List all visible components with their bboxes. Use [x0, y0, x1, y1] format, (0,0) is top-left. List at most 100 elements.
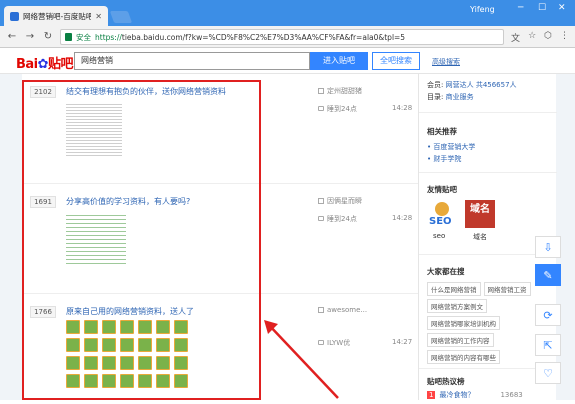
close-window-icon[interactable]: ✕ — [558, 3, 566, 13]
directory-info: 目录: 商业服务 — [427, 92, 474, 102]
file-thumb — [84, 320, 98, 334]
extension-icon[interactable]: ⬡ — [544, 31, 552, 44]
seo-logo-icon[interactable]: SEO — [427, 200, 457, 228]
related-item-label: 财手学院 — [433, 155, 462, 163]
hot-chip[interactable]: 什么是网络营销 — [427, 282, 481, 296]
reload-icon[interactable]: ↻ — [42, 31, 54, 43]
hot-chip[interactable]: 网络营销哪家培训机构 — [427, 316, 500, 330]
paw-icon: ✿ — [37, 57, 49, 72]
thread-item[interactable]: 1691 分享高价值的学习资料，有人要吗? 因俩星而瞬 睡到24点 14:28 — [22, 184, 418, 294]
thread-item[interactable]: 2102 结交有理想有抱负的伙伴，送你网络营销资料 定州甜甜猪 睡到24点 14… — [22, 74, 418, 184]
thread-image-grid[interactable] — [66, 320, 188, 388]
related-item[interactable]: • 财手学院 — [427, 154, 461, 164]
hot-chip[interactable]: 网络营销的内容有哪些 — [427, 350, 500, 364]
address-bar-row: ← → ↻ 安全 https://tieba.baidu.com/f?kw=%C… — [0, 26, 575, 48]
heart-icon[interactable]: ♡ — [535, 362, 561, 384]
extension-icons: 文 ☆ ⬡ ⋮ — [511, 31, 569, 44]
friend-label-domain[interactable]: 域名 — [473, 232, 487, 242]
browser-tab[interactable]: 网络营销吧-百度贴吧 ✕ — [4, 6, 108, 26]
share-icon[interactable]: ⇱ — [535, 334, 561, 356]
hot-chip[interactable]: 网络营销工资 — [483, 282, 531, 296]
svg-text:SEO: SEO — [429, 216, 452, 227]
file-thumb — [174, 338, 188, 352]
file-thumb — [84, 338, 98, 352]
enter-bar-button[interactable]: 进入贴吧 — [310, 52, 368, 70]
floating-toolbar: ⇩ ✎ ⟳ ⇱ ♡ — [535, 236, 561, 400]
thread-title[interactable]: 分享高价值的学习资料，有人要吗? — [66, 196, 190, 207]
file-thumb — [120, 374, 134, 388]
divider — [419, 112, 557, 113]
rank-label: 最冷食物？ — [439, 391, 475, 399]
url-rest: tieba.baidu.com/f?kw=%CD%F8%C2%E7%D3%AA%… — [121, 32, 406, 42]
tieba-header: Bai✿贴吧 网络营销 进入贴吧 全吧搜索 高级搜索 — [0, 48, 575, 74]
rank-count: 13683 — [500, 391, 523, 399]
hot-search-title: 大家都在搜 — [427, 267, 465, 276]
star-icon[interactable]: ☆ — [528, 31, 536, 44]
friend-label-seo[interactable]: seo — [433, 232, 445, 240]
dir-label: 目录: — [427, 93, 444, 101]
member-info: 会员: 网营达人 共456657人 — [427, 80, 517, 90]
dir-value[interactable]: 商业服务 — [446, 93, 474, 101]
reply-icon — [318, 106, 324, 111]
author-name: 因俩星而瞬 — [327, 197, 362, 205]
thread-thumbnail[interactable] — [66, 102, 122, 156]
file-thumb — [102, 320, 116, 334]
back-icon[interactable]: ← — [6, 31, 18, 43]
edit-icon[interactable]: ✎ — [535, 264, 561, 286]
author-name: awesome... — [327, 306, 368, 314]
all-search-button[interactable]: 全吧搜索 — [372, 52, 420, 70]
baidu-tieba-logo[interactable]: Bai✿贴吧 — [16, 53, 74, 72]
lock-icon — [65, 33, 72, 41]
hot-chip[interactable]: 网络营销方案例文 — [427, 299, 487, 313]
download-icon[interactable]: ⇩ — [535, 236, 561, 258]
related-title: 相关推荐 — [427, 127, 457, 136]
friends-title: 友情贴吧 — [427, 185, 457, 194]
url-prefix: https:// — [95, 32, 122, 42]
thread-thumbnail[interactable] — [66, 212, 126, 266]
last-reply[interactable]: ILYW优 — [318, 338, 350, 348]
advanced-search-link[interactable]: 高级搜索 — [432, 57, 460, 67]
thread-author[interactable]: awesome... — [318, 306, 367, 314]
file-thumb — [66, 338, 80, 352]
file-thumb — [84, 356, 98, 370]
thread-title[interactable]: 结交有理想有抱负的伙伴，送你网络营销资料 — [66, 86, 226, 97]
menu-icon[interactable]: ⋮ — [560, 31, 569, 44]
logo-text-2: 贴吧 — [48, 57, 74, 72]
profile-name[interactable]: Yifeng — [470, 5, 495, 14]
rank-item[interactable]: 1 最冷食物？ 13683 — [427, 390, 523, 400]
refresh-icon[interactable]: ⟳ — [535, 304, 561, 326]
new-tab-button[interactable] — [109, 11, 133, 23]
file-thumb — [120, 320, 134, 334]
minimize-icon[interactable]: ─ — [518, 3, 523, 13]
author-icon — [318, 307, 324, 313]
last-reply[interactable]: 睡到24点 — [318, 104, 357, 114]
thread-author[interactable]: 因俩星而瞬 — [318, 196, 362, 206]
file-thumb — [138, 320, 152, 334]
thread-author[interactable]: 定州甜甜猪 — [318, 86, 362, 96]
logo-text: Bai — [16, 57, 38, 72]
thread-list: 2102 结交有理想有抱负的伙伴，送你网络营销资料 定州甜甜猪 睡到24点 14… — [22, 74, 418, 400]
url-field[interactable]: 安全 https://tieba.baidu.com/f?kw=%CD%F8%C… — [60, 29, 504, 45]
file-thumb — [84, 374, 98, 388]
file-thumb — [156, 374, 170, 388]
file-thumb — [174, 356, 188, 370]
member-value[interactable]: 网营达人 共456657人 — [446, 81, 517, 89]
thread-item[interactable]: 1766 原来自己用的网络营销资料，送人了 awesome... ILYW优 1… — [22, 294, 418, 404]
search-input[interactable]: 网络营销 — [74, 52, 310, 70]
url-text: https://tieba.baidu.com/f?kw=%CD%F8%C2%E… — [95, 33, 405, 42]
domain-bar-logo[interactable]: 域名 — [465, 200, 495, 228]
thread-title[interactable]: 原来自己用的网络营销资料，送人了 — [66, 306, 194, 317]
close-tab-icon[interactable]: ✕ — [95, 12, 102, 21]
author-icon — [318, 88, 324, 94]
forward-icon[interactable]: → — [24, 31, 36, 43]
last-reply[interactable]: 睡到24点 — [318, 214, 357, 224]
browser-tabbar: 网络营销吧-百度贴吧 ✕ Yifeng ─ ☐ ✕ — [0, 0, 575, 26]
maximize-icon[interactable]: ☐ — [538, 3, 546, 13]
hot-chip[interactable]: 网络营销的工作内容 — [427, 333, 494, 347]
file-thumb — [138, 338, 152, 352]
translate-icon[interactable]: 文 — [511, 31, 520, 44]
related-item[interactable]: • 百度营销大学 — [427, 142, 475, 152]
last-reply-name: 睡到24点 — [327, 105, 357, 113]
file-thumb — [66, 320, 80, 334]
divider — [419, 172, 557, 173]
